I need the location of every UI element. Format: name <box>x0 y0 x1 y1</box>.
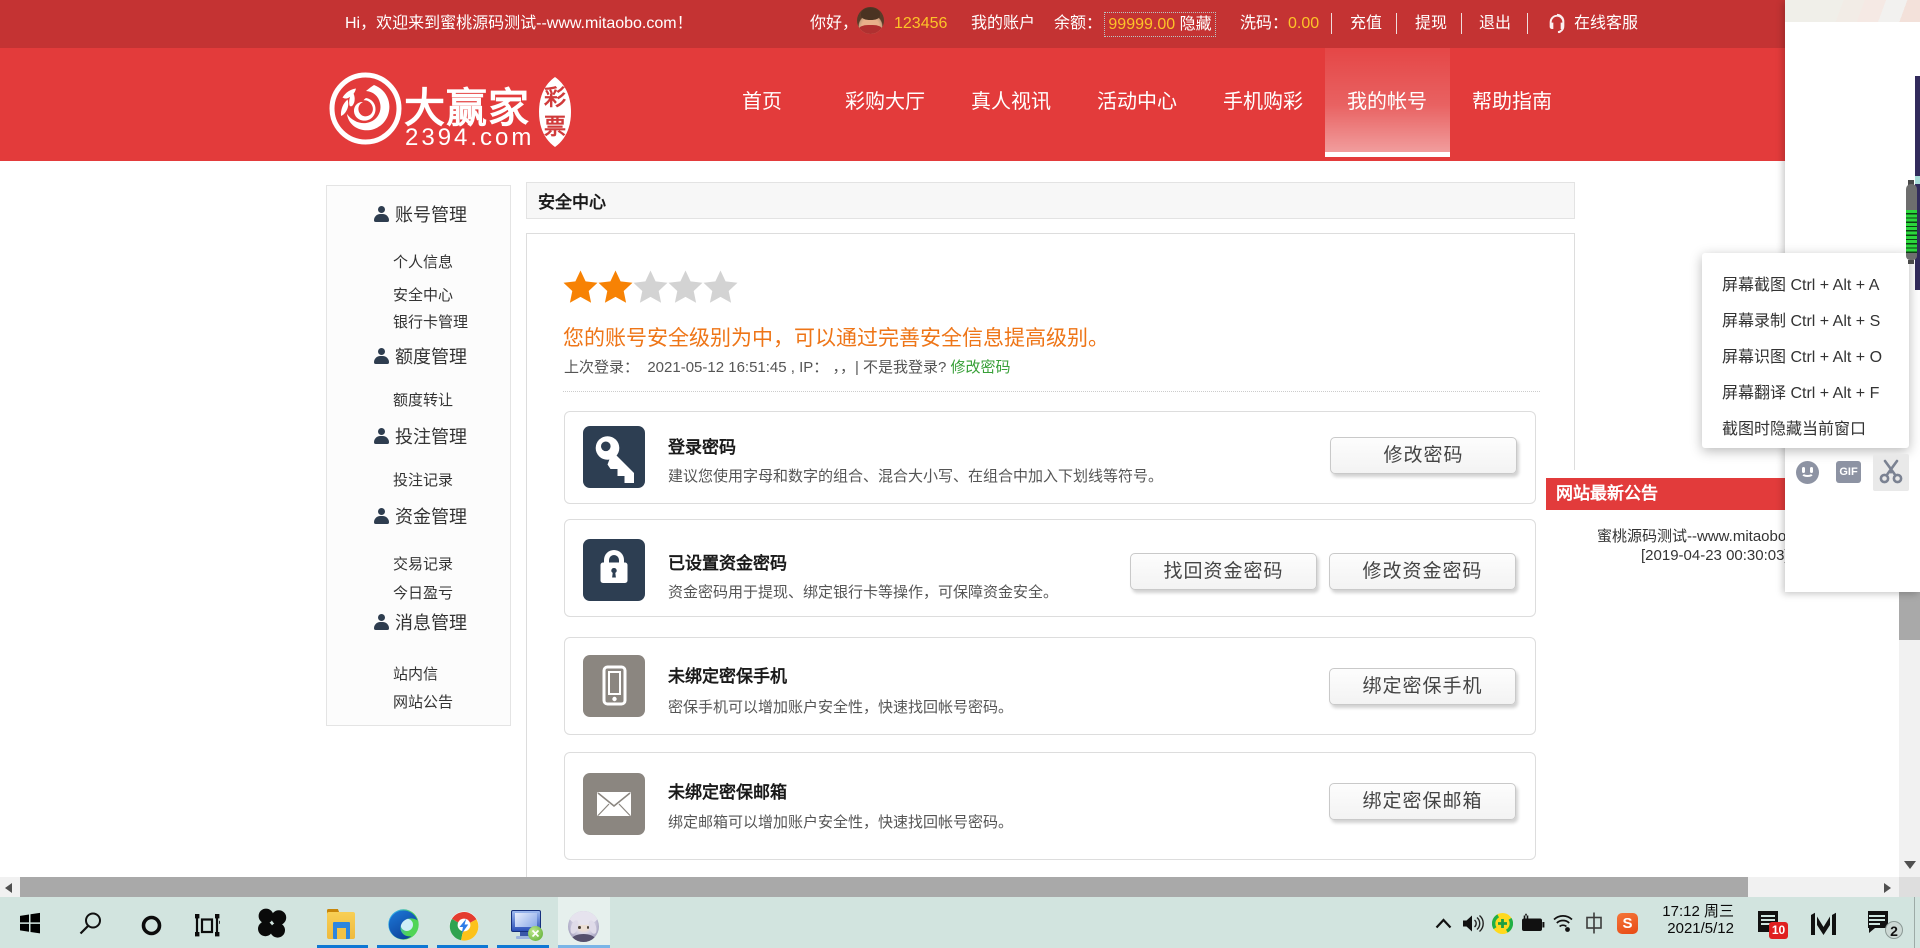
svg-text:票: 票 <box>544 114 566 139</box>
svg-text:彩: 彩 <box>543 85 566 110</box>
